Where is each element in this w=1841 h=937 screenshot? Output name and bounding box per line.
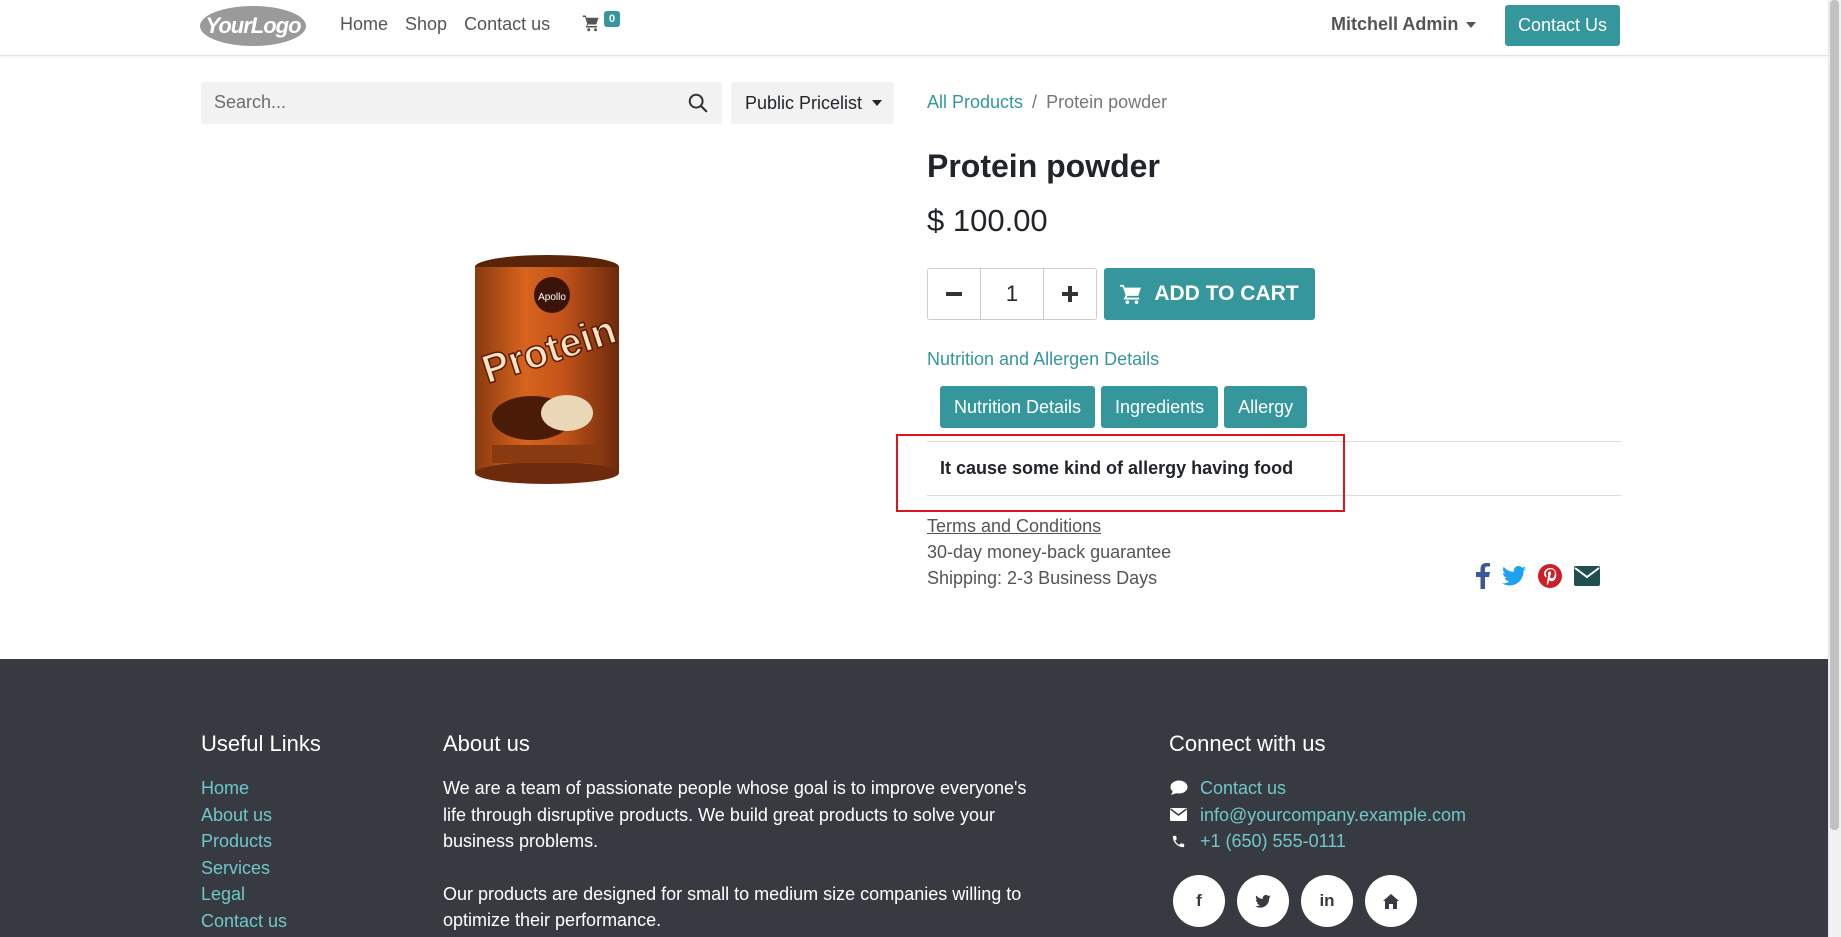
quantity-stepper: 1 — [927, 268, 1097, 320]
user-name: Mitchell Admin — [1331, 14, 1459, 34]
breadcrumb: All Products / Protein powder — [927, 92, 1167, 113]
shopping-cart-icon — [582, 15, 599, 32]
user-menu[interactable]: Mitchell Admin — [1331, 14, 1477, 35]
shopping-cart-icon — [1120, 284, 1142, 304]
company-logo[interactable]: YourLogo — [200, 6, 306, 46]
cart-count-badge: 0 — [604, 11, 621, 27]
product-image: Apollo Protein — [475, 255, 622, 484]
breadcrumb-current: Protein powder — [1046, 92, 1168, 112]
search-icon[interactable] — [687, 92, 709, 114]
add-to-cart-button[interactable]: ADD TO CART — [1104, 268, 1315, 320]
product-title: Protein powder — [927, 148, 1160, 184]
nav-home[interactable]: Home — [340, 14, 388, 35]
nav-contact-us[interactable]: Contact us — [464, 14, 550, 35]
comment-icon — [1169, 780, 1188, 796]
twitter-icon[interactable] — [1502, 566, 1526, 586]
envelope-icon — [1169, 808, 1188, 822]
footer-link-legal[interactable]: Legal — [201, 881, 287, 908]
connect-list: Contact us info@yourcompany.example.com … — [1169, 775, 1466, 855]
caret-down-icon — [872, 100, 883, 106]
svg-text:Apollo: Apollo — [538, 292, 566, 303]
social-buttons: f in — [1173, 875, 1417, 927]
footer-link-home[interactable]: Home — [201, 775, 287, 802]
tab-allergy[interactable]: Allergy — [1224, 386, 1308, 428]
footer-link-contact-us[interactable]: Contact us — [201, 908, 287, 935]
phone-link[interactable]: +1 (650) 555-0111 — [1200, 828, 1346, 855]
linkedin-icon[interactable]: in — [1301, 875, 1353, 927]
contact-us-link[interactable]: Contact us — [1200, 775, 1286, 802]
add-to-cart-label: ADD TO CART — [1154, 282, 1299, 305]
about-us-heading: About us — [443, 731, 530, 756]
breadcrumb-separator: / — [1032, 92, 1038, 112]
main-nav: Home Shop Contact us — [340, 14, 550, 35]
increase-quantity-button[interactable] — [1044, 269, 1096, 319]
facebook-icon[interactable] — [1476, 563, 1490, 589]
about-us-text: We are a team of passionate people whose… — [443, 775, 1028, 934]
plus-icon — [1062, 286, 1078, 302]
breadcrumb-all-products[interactable]: All Products — [927, 92, 1023, 112]
envelope-icon[interactable] — [1574, 566, 1600, 586]
tab-nutrition-details[interactable]: Nutrition Details — [940, 386, 1096, 428]
footer-link-services[interactable]: Services — [201, 855, 287, 882]
home-icon[interactable] — [1365, 875, 1417, 927]
minus-icon — [946, 292, 962, 296]
contact-us-button[interactable]: Contact Us — [1505, 5, 1620, 46]
search-input[interactable] — [214, 92, 654, 113]
decrease-quantity-button[interactable] — [928, 269, 980, 319]
facebook-icon[interactable]: f — [1173, 875, 1225, 927]
pinterest-icon[interactable] — [1538, 564, 1562, 588]
nav-shop[interactable]: Shop — [405, 14, 447, 35]
cart-link[interactable] — [582, 14, 600, 37]
email-link[interactable]: info@yourcompany.example.com — [1200, 802, 1466, 829]
about-paragraph-1: We are a team of passionate people whose… — [443, 778, 1027, 851]
details-tabs: Nutrition Details Ingredients Allergy — [940, 386, 1308, 428]
connect-email-row[interactable]: info@yourcompany.example.com — [1169, 802, 1466, 829]
footer-link-about-us[interactable]: About us — [201, 802, 287, 829]
tab-ingredients[interactable]: Ingredients — [1101, 386, 1219, 428]
top-navbar: YourLogo Home Shop Contact us 0 Mitchell… — [0, 0, 1828, 56]
pricelist-label: Public Pricelist — [745, 92, 863, 113]
product-search — [201, 82, 722, 124]
about-paragraph-2: Our products are designed for small to m… — [443, 883, 1022, 931]
caret-down-icon — [1466, 22, 1477, 29]
footer-link-products[interactable]: Products — [201, 828, 287, 855]
footer: Useful Links Home About us Products Serv… — [0, 659, 1828, 937]
shipping-text: Shipping: 2-3 Business Days — [927, 568, 1158, 588]
scrollbar-thumb[interactable] — [1830, 0, 1839, 830]
annotation-highlight-box — [896, 434, 1345, 512]
nutrition-allergen-link[interactable]: Nutrition and Allergen Details — [927, 349, 1159, 370]
useful-links-heading: Useful Links — [201, 731, 321, 756]
terms-and-conditions-link[interactable]: Terms and Conditions — [927, 516, 1101, 537]
twitter-icon[interactable] — [1237, 875, 1289, 927]
connect-phone-row[interactable]: +1 (650) 555-0111 — [1169, 828, 1466, 855]
guarantee-text: 30-day money-back guarantee — [927, 542, 1172, 562]
share-links — [1476, 563, 1600, 589]
connect-heading: Connect with us — [1169, 731, 1326, 756]
pricelist-dropdown[interactable]: Public Pricelist — [731, 82, 894, 124]
phone-icon — [1169, 834, 1188, 849]
useful-links-list: Home About us Products Services Legal Co… — [201, 775, 287, 934]
product-price: $ 100.00 — [927, 203, 1048, 238]
connect-contact-row[interactable]: Contact us — [1169, 775, 1466, 802]
quantity-input[interactable]: 1 — [980, 269, 1044, 319]
